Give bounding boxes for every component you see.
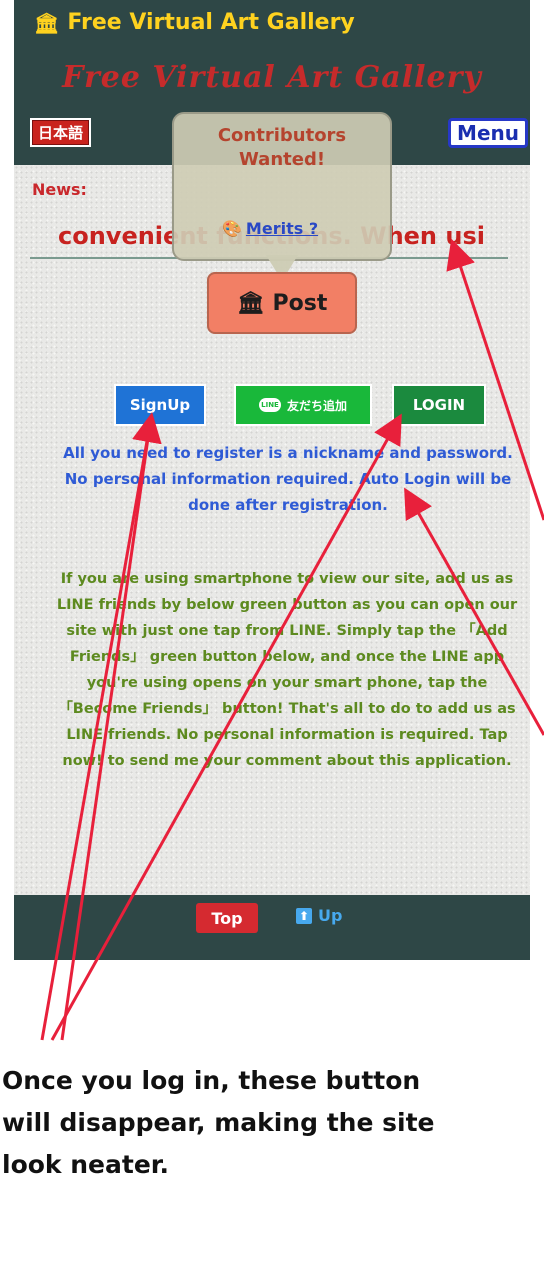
- up-link[interactable]: ⬆ Up: [296, 906, 342, 925]
- post-button-label: Post: [272, 290, 328, 316]
- app-title[interactable]: 🏛 Free Virtual Art Gallery: [34, 10, 355, 35]
- footer-bar: [14, 895, 530, 960]
- menu-button[interactable]: Menu: [448, 118, 528, 148]
- annotation-caption: Once you log in, these button will disap…: [2, 1066, 435, 1179]
- up-arrow-icon: ⬆: [296, 907, 312, 924]
- register-info-text: All you need to register is a nickname a…: [63, 444, 513, 514]
- language-button[interactable]: 日本語: [30, 118, 92, 147]
- merits-link-text: Merits ?: [245, 219, 319, 238]
- line-info-text: If you are using smartphone to view our …: [56, 571, 518, 769]
- post-button[interactable]: 🏛 Post: [207, 272, 357, 334]
- line-logo-icon: LINE: [258, 398, 281, 412]
- merits-link[interactable]: 🎨 Merits ?: [222, 219, 318, 238]
- app-title-text: Free Virtual Art Gallery: [67, 10, 355, 35]
- login-button[interactable]: LOGIN: [392, 384, 486, 426]
- palette-icon: 🎨: [222, 219, 242, 238]
- line-add-friend-button[interactable]: LINE 友だち追加: [234, 384, 372, 426]
- popup-title: Contributors Wanted!: [217, 125, 347, 170]
- news-label: News:: [32, 180, 87, 199]
- line-add-label: 友だち追加: [286, 398, 347, 413]
- museum-building-icon: 🏛: [236, 290, 265, 316]
- signup-button[interactable]: SignUp: [114, 384, 206, 426]
- top-button[interactable]: Top: [196, 903, 258, 933]
- contributors-popup[interactable]: Contributors Wanted! 🎨 Merits ?: [172, 112, 392, 261]
- cursive-logo-title: Free Virtual Art Gallery: [62, 60, 482, 95]
- museum-building-icon: 🏛: [34, 10, 60, 35]
- up-link-label: Up: [318, 906, 343, 925]
